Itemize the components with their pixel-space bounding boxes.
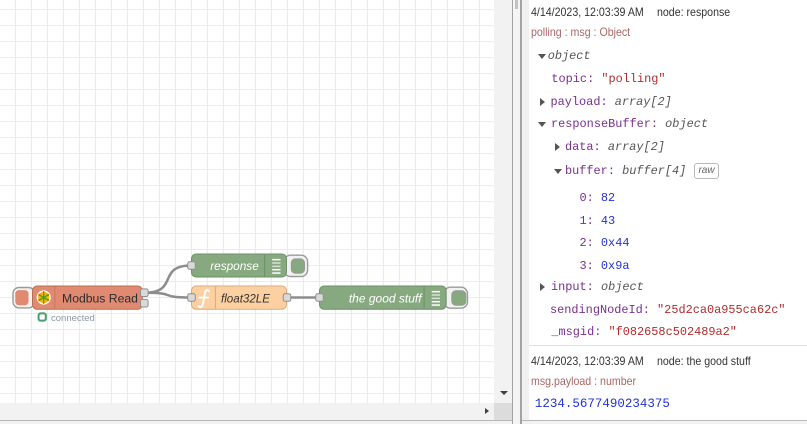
svg-text:Modbus Read: Modbus Read (62, 291, 138, 305)
svg-text:response: response (210, 259, 259, 273)
svg-text:connected: connected (51, 313, 95, 324)
svg-text:the good stuff: the good stuff (349, 291, 423, 305)
svg-text:float32LE: float32LE (221, 292, 270, 305)
